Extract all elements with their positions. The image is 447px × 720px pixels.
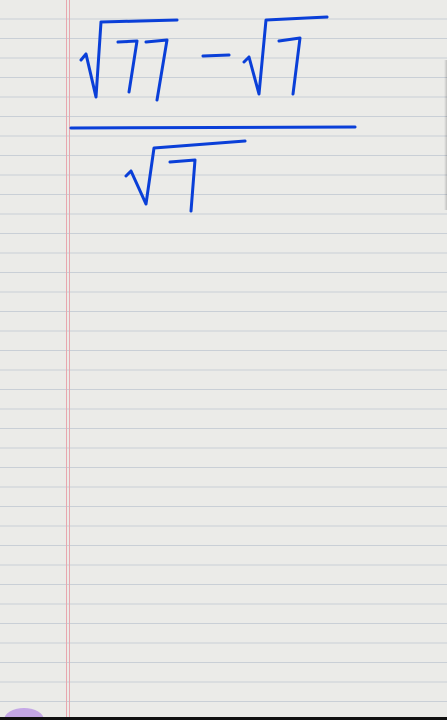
numerator-sqrt-77	[79, 18, 179, 102]
handwritten-expression	[69, 15, 357, 213]
digit-seven-a	[116, 39, 139, 94]
notebook-page: 77 − 7 7	[0, 0, 447, 720]
minus-operator	[201, 53, 231, 58]
radical-sign-3	[124, 139, 247, 206]
digit-seven-b	[144, 38, 169, 102]
radical-sign-2	[242, 15, 329, 96]
digit-seven-c	[277, 36, 302, 96]
denominator-sqrt-7	[124, 139, 247, 213]
numerator-sqrt-7	[242, 15, 329, 96]
fraction-bar	[69, 125, 357, 130]
digit-seven-d	[168, 158, 197, 213]
